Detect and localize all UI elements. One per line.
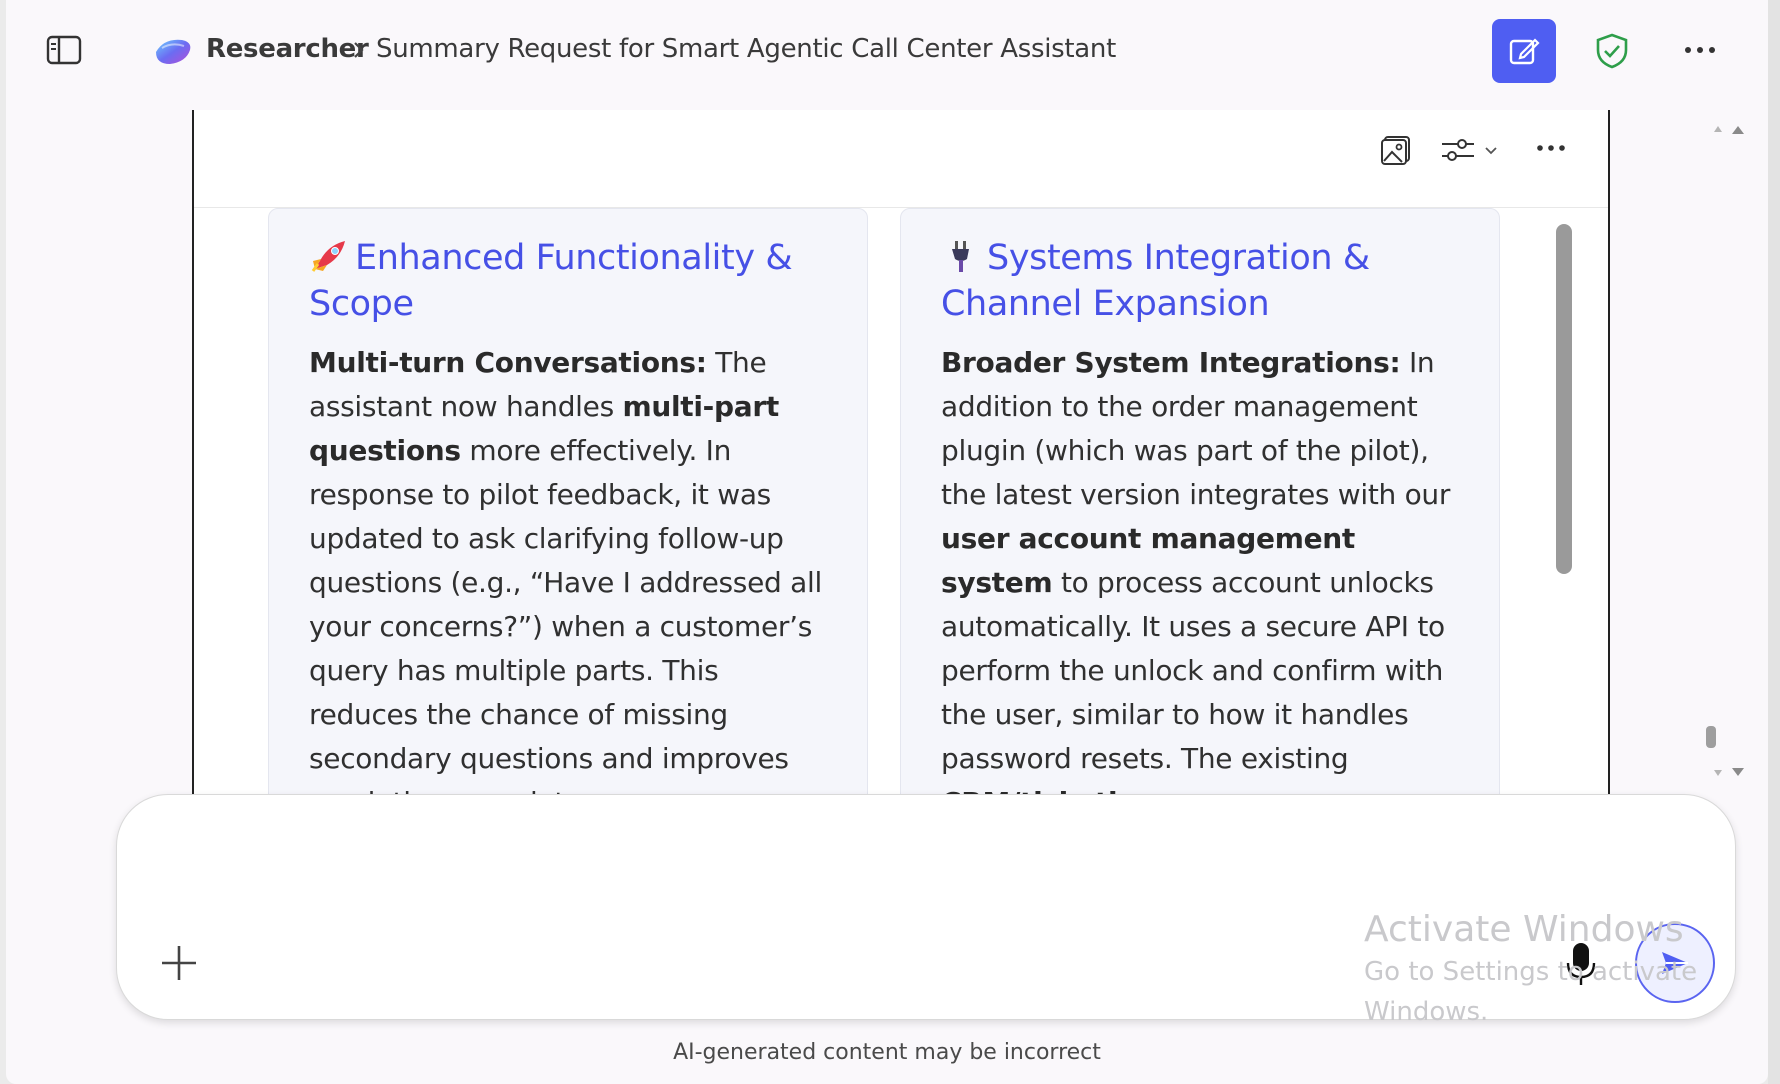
chevron-right-icon [350, 36, 368, 64]
app-window: Researcher Summary Request for Smart Age… [6, 0, 1768, 1084]
scroll-up-icon[interactable] [1702, 118, 1748, 144]
edit-icon [1509, 38, 1540, 65]
bold-text: Broader System Integrations: [941, 346, 1401, 379]
document-panel: Enhanced Functionality & Scope Multi-tur… [192, 110, 1610, 800]
scroll-down-icon[interactable] [1702, 760, 1748, 786]
card-title-text: Systems Integration & Channel Expansion [941, 238, 1370, 324]
card-body: Multi-turn Conversations: The assistant … [309, 341, 827, 800]
card-title: Enhanced Functionality & Scope [309, 235, 827, 327]
window-edge [1768, 0, 1780, 1084]
card-systems-integration: Systems Integration & Channel Expansion … [900, 208, 1500, 800]
microphone-icon[interactable] [1563, 941, 1599, 987]
card-enhanced-functionality: Enhanced Functionality & Scope Multi-tur… [268, 208, 868, 800]
copilot-logo-icon [152, 34, 194, 68]
sidebar-toggle-icon[interactable] [46, 34, 82, 66]
shield-check-icon[interactable] [1594, 32, 1630, 70]
plug-icon [941, 239, 981, 273]
send-button[interactable] [1635, 923, 1715, 1003]
outer-scrollbar-thumb[interactable] [1706, 726, 1716, 748]
new-chat-button[interactable] [1492, 19, 1556, 83]
image-icon[interactable] [1380, 134, 1412, 166]
card-title: Systems Integration & Channel Expansion [941, 235, 1459, 327]
card-body: Broader System Integrations: In addition… [941, 341, 1459, 800]
panel-toolbar [194, 110, 1608, 208]
bold-text: Multi-turn Conversations: [309, 346, 707, 379]
message-input[interactable] [177, 835, 1477, 915]
more-options-icon[interactable] [1682, 40, 1718, 60]
message-composer [116, 794, 1736, 1020]
breadcrumb-agent[interactable]: Researcher [206, 34, 369, 64]
card-title-text: Enhanced Functionality & Scope [309, 238, 793, 324]
body-text: more effectively. In response to pilot f… [309, 434, 822, 800]
ai-disclaimer: AI-generated content may be incorrect [673, 1040, 1101, 1065]
panel-more-icon[interactable] [1536, 140, 1566, 156]
panel-scrollbar-thumb[interactable] [1556, 224, 1572, 574]
page-title: Summary Request for Smart Agentic Call C… [376, 34, 1116, 64]
send-icon [1662, 952, 1688, 974]
rocket-icon [309, 239, 349, 273]
add-attachment-icon[interactable] [159, 943, 199, 983]
sliders-icon[interactable] [1440, 134, 1500, 166]
